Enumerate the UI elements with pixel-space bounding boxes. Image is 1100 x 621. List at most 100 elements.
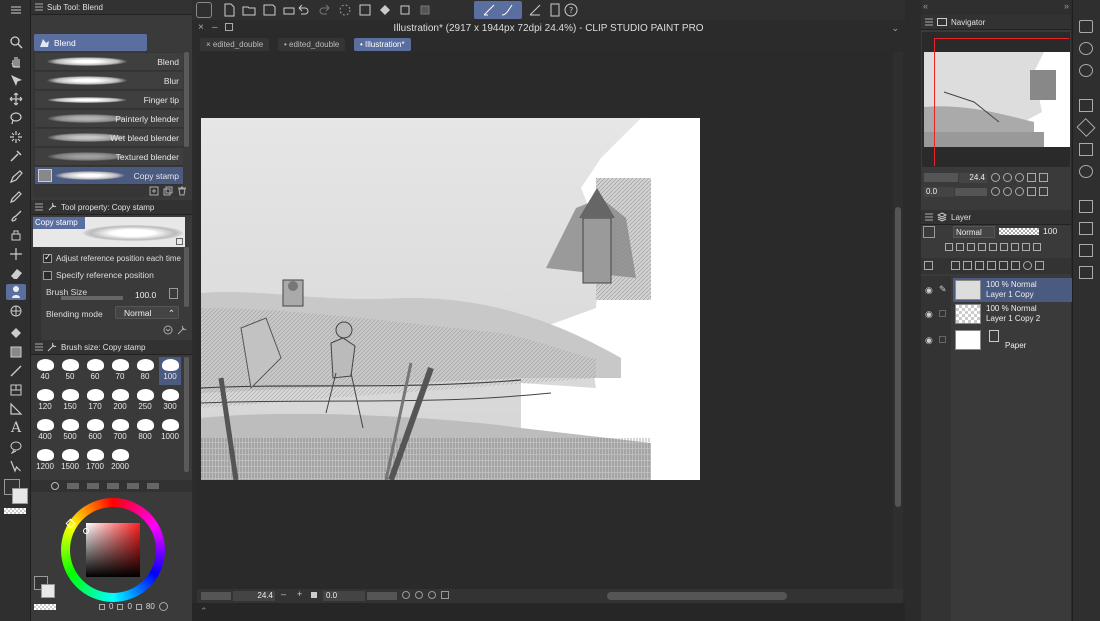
subtool-item-textured-blender[interactable]: Textured blender	[35, 148, 183, 166]
list-icon[interactable]	[1033, 243, 1041, 251]
3d-dock-icon[interactable]	[1079, 165, 1093, 178]
blend-tool-icon[interactable]	[6, 284, 26, 300]
transfer-down-icon[interactable]	[987, 261, 996, 270]
transparent-color-swatch[interactable]	[4, 508, 26, 514]
brush-size-option[interactable]: 2000	[109, 447, 131, 475]
brush-icon[interactable]	[6, 208, 26, 224]
layer-row[interactable]: 100 % Normal Layer 1 Copy	[953, 278, 1089, 302]
rotate-left-icon[interactable]	[991, 187, 1000, 196]
adjust-reference-row[interactable]: Adjust reference position each time	[43, 252, 181, 264]
panel-menu-icon[interactable]	[925, 18, 933, 26]
property-scrollbar[interactable]	[184, 247, 189, 307]
layer-property-dock-icon[interactable]	[1079, 99, 1093, 112]
saturation-value-square[interactable]	[86, 523, 140, 577]
help-icon[interactable]: ?	[564, 3, 578, 17]
flip-horizontal-icon[interactable]	[1027, 187, 1036, 196]
layer-settings-icon[interactable]	[924, 261, 933, 270]
eyedropper-icon[interactable]	[6, 148, 26, 164]
snap-grid-icon[interactable]	[500, 3, 514, 17]
duplicate-subtool-icon[interactable]	[163, 186, 173, 196]
opacity-slider[interactable]	[999, 228, 1039, 235]
undo-icon[interactable]	[296, 3, 310, 17]
animation-dock-icon[interactable]	[1079, 222, 1093, 235]
pen-icon[interactable]	[6, 169, 26, 185]
canvas-hscroll[interactable]	[607, 592, 787, 600]
brush-size-value[interactable]: 100.0	[135, 290, 156, 300]
app-logo-icon[interactable]	[196, 2, 212, 18]
transparent-chip[interactable]	[34, 604, 56, 610]
new-vector-layer-icon[interactable]	[963, 261, 972, 270]
opacity-value[interactable]: 100	[1043, 226, 1057, 236]
navigator-zoom-value[interactable]: 24.4	[959, 173, 987, 183]
open-file-icon[interactable]	[242, 3, 256, 17]
brush-size-option[interactable]: 800	[134, 417, 156, 445]
pressure-icon[interactable]	[169, 288, 178, 299]
brush-size-option[interactable]: 100	[159, 357, 181, 385]
layer-row[interactable]: Paper	[953, 328, 1089, 352]
subtool-item-blur[interactable]: Blur	[35, 72, 183, 90]
fit-navigator-icon[interactable]	[1039, 173, 1048, 182]
navigator-zoom-slider[interactable]	[924, 173, 958, 182]
eye-icon[interactable]: ◉	[925, 285, 933, 296]
brush-size-option[interactable]: 120	[34, 387, 56, 415]
lock-transparent-icon[interactable]	[989, 243, 997, 251]
blend-mode-select[interactable]: Normal	[953, 226, 995, 238]
device-icon[interactable]	[548, 3, 562, 17]
history-dock-icon[interactable]	[1079, 244, 1093, 257]
brush-size-option[interactable]: 40	[34, 357, 56, 385]
clipping-icon[interactable]	[945, 243, 953, 251]
pencil-icon[interactable]	[6, 189, 26, 205]
lock-icon[interactable]	[176, 238, 183, 245]
brush-size-option[interactable]: 1200	[34, 447, 56, 475]
apply-mask-icon[interactable]	[1023, 261, 1032, 270]
fit-icon[interactable]	[311, 592, 317, 598]
text-icon[interactable]: A	[6, 420, 26, 436]
gradient-icon[interactable]	[6, 344, 26, 360]
move-icon[interactable]	[6, 91, 26, 107]
zoom-in-icon[interactable]	[1003, 173, 1012, 182]
brush-size-option[interactable]: 700	[109, 417, 131, 445]
add-subtool-icon[interactable]	[149, 186, 159, 196]
balloon-icon[interactable]	[6, 439, 26, 455]
lock-icon[interactable]	[978, 243, 986, 251]
color-wheel-tab-icon[interactable]	[51, 482, 59, 490]
collapse-icon[interactable]: ⌄	[891, 23, 899, 34]
layer-row[interactable]: 100 % Normal Layer 1 Copy 2	[953, 302, 1089, 326]
fill-command-icon[interactable]	[378, 3, 392, 17]
navigator-dock-icon[interactable]	[1079, 20, 1093, 33]
frame-icon[interactable]	[6, 382, 26, 398]
figure-icon[interactable]	[6, 303, 26, 319]
stabilization-group[interactable]	[474, 1, 522, 19]
zoom-in-icon[interactable]: +	[297, 589, 302, 599]
snap-ruler-icon[interactable]	[482, 3, 496, 17]
menu-icon[interactable]	[6, 2, 26, 18]
subtool-item-wet-bleed-blender[interactable]: Wet bleed blender	[35, 129, 183, 147]
rotate-left-icon[interactable]	[402, 591, 410, 599]
brush-size-option[interactable]: 1700	[84, 447, 106, 475]
draft-icon[interactable]	[967, 243, 975, 251]
color-cursor[interactable]	[83, 528, 89, 534]
ruler-icon[interactable]	[6, 401, 26, 417]
fill-icon[interactable]	[6, 325, 26, 341]
ruler-icon[interactable]	[1011, 243, 1019, 251]
redo-icon[interactable]	[318, 3, 332, 17]
trash-icon[interactable]	[177, 186, 187, 196]
expand-icon[interactable]	[163, 325, 173, 335]
approximate-color-tab-icon[interactable]	[127, 483, 139, 489]
subtool-item-finger-tip[interactable]: Finger tip	[35, 91, 183, 109]
mask-icon[interactable]	[1000, 243, 1008, 251]
adjust-reference-checkbox[interactable]	[43, 252, 52, 264]
specify-reference-checkbox[interactable]	[43, 271, 52, 281]
brush-size-option[interactable]: 600	[84, 417, 106, 445]
brush-size-option[interactable]: 300	[159, 387, 181, 415]
brush-size-option[interactable]: 500	[59, 417, 81, 445]
brush-size-option[interactable]: 60	[84, 357, 106, 385]
navigator-rotation-value[interactable]: 0.0	[924, 187, 954, 197]
specify-reference-row[interactable]: Specify reference position	[43, 270, 154, 281]
flip-vertical-icon[interactable]	[1039, 187, 1048, 196]
actual-size-icon[interactable]	[1015, 173, 1024, 182]
panel-menu-icon[interactable]	[35, 3, 43, 11]
brush-size-scrollbar[interactable]	[184, 357, 189, 472]
zoom-slider[interactable]	[201, 592, 231, 600]
auto-select-icon[interactable]	[6, 129, 26, 145]
